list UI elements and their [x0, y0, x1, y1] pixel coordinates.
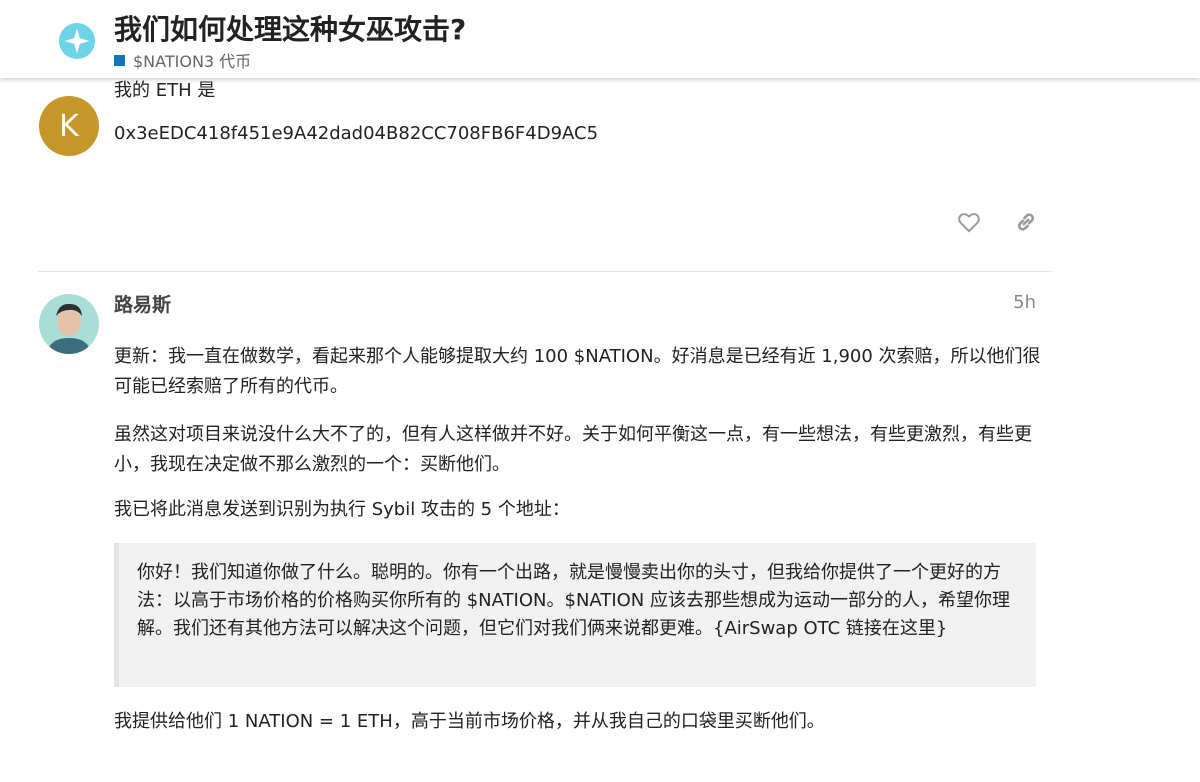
user-avatar-image — [39, 294, 99, 354]
blockquote-text: 你好！我们知道你做了什么。聪明的。你有一个出路，就是慢慢卖出你的头寸，但我给你提… — [137, 562, 1010, 639]
avatar[interactable] — [39, 294, 99, 354]
post-timestamp[interactable]: 5h — [990, 292, 1036, 313]
category-label: $NATION3 代币 — [133, 52, 252, 71]
topic-title[interactable]: 我们如何处理这种女巫攻击? — [114, 8, 466, 48]
blockquote: 你好！我们知道你做了什么。聪明的。你有一个出路，就是慢慢卖出你的头寸，但我给你提… — [114, 543, 1036, 687]
post-paragraph: 更新：我一直在做数学，看起来那个人能够提取大约 100 $NATION。好消息是… — [114, 346, 1041, 397]
post-paragraph: 我已将此消息发送到识别为执行 Sybil 攻击的 5 个地址： — [114, 499, 570, 520]
avatar-letter: K — [59, 108, 79, 144]
link-icon[interactable] — [1013, 209, 1039, 235]
post-text-line: 我的 ETH 是 — [114, 80, 216, 101]
post-username[interactable]: 路易斯 — [114, 290, 171, 317]
site-logo-icon[interactable] — [58, 22, 96, 60]
post-paragraph: 我提供给他们 1 NATION = 1 ETH，高于当前市场价格，并从我自己的口… — [114, 711, 825, 732]
post-divider — [38, 271, 1052, 272]
category-color-square — [114, 54, 125, 66]
heart-icon[interactable] — [956, 209, 982, 235]
avatar[interactable]: K — [39, 96, 99, 156]
category-badge[interactable]: $NATION3 代币 — [114, 48, 251, 72]
topic-header: 我们如何处理这种女巫攻击? $NATION3 代币 — [0, 0, 1200, 78]
eth-address: 0x3eEDC418f451e9A42dad04B82CC708FB6F4D9A… — [114, 123, 599, 144]
post-paragraph: 虽然这对项目来说没什么大不了的，但有人这样做并不好。关于如何平衡这一点，有一些想… — [114, 424, 1032, 475]
